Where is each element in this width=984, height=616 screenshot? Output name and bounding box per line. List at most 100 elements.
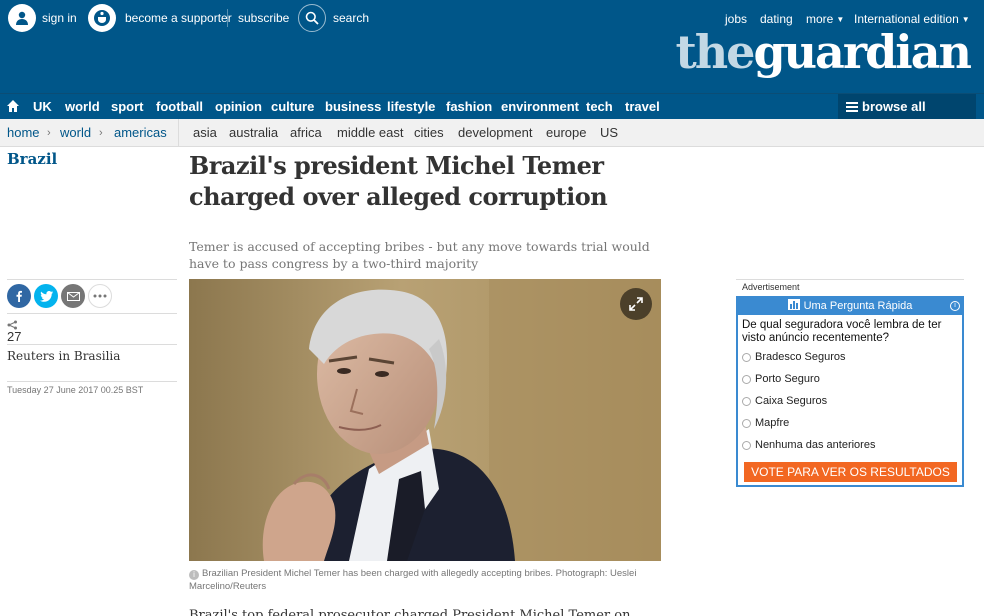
radio-button[interactable] <box>742 396 751 406</box>
menu-icon <box>846 95 858 121</box>
publication-date: Tuesday 27 June 2017 00.25 BST <box>7 385 144 395</box>
jobs-link[interactable]: jobs <box>725 12 747 26</box>
radio-button[interactable] <box>742 374 751 384</box>
browse-all-sections-button[interactable]: browse all sections <box>838 94 976 141</box>
ad-option-caixa[interactable]: Caixa Seguros <box>742 395 827 407</box>
byline[interactable]: Reuters in Brasilia <box>7 349 120 363</box>
edition-selector[interactable]: International edition ▼ <box>854 12 970 26</box>
photo-illustration <box>189 279 661 561</box>
ad-option-porto[interactable]: Porto Seguro <box>742 373 820 385</box>
facebook-icon <box>16 290 22 302</box>
divider <box>7 279 177 280</box>
divider <box>7 344 177 345</box>
share-twitter-button[interactable] <box>34 284 58 308</box>
subnav-cities[interactable]: cities <box>414 119 444 147</box>
share-count: 27 <box>7 329 22 344</box>
user-icon <box>8 4 36 32</box>
divider <box>7 313 177 314</box>
vote-button[interactable]: VOTE PARA VER OS RESULTADOS <box>744 462 957 482</box>
article-body: Brazil's top federal prosecutor charged … <box>189 608 659 616</box>
survey-ad: Uma Pergunta Rápida i De qual seguradora… <box>736 296 964 487</box>
ad-option-label: Mapfre <box>755 417 790 429</box>
become-supporter-label: become a supporter <box>125 11 232 25</box>
radio-button[interactable] <box>742 418 751 428</box>
chevron-down-icon: ▼ <box>961 15 970 25</box>
subnav-australia[interactable]: australia <box>229 119 278 147</box>
search-icon <box>298 4 326 32</box>
ad-question: De qual seguradora você lembra de ter vi… <box>742 319 942 344</box>
nav-item-uk[interactable]: UK <box>33 94 52 120</box>
ad-option-label: Nenhuma das anteriores <box>755 439 876 451</box>
dating-link[interactable]: dating <box>760 12 793 26</box>
nav-item-lifestyle[interactable]: lifestyle <box>387 94 435 120</box>
sign-in-link[interactable]: sign in <box>8 4 77 32</box>
ad-option-bradesco[interactable]: Bradesco Seguros <box>742 351 846 363</box>
ad-option-none[interactable]: Nenhuma das anteriores <box>742 439 875 451</box>
subnav-development[interactable]: development <box>458 119 532 147</box>
radio-button[interactable] <box>742 352 751 362</box>
breadcrumb-home[interactable]: home <box>7 119 40 147</box>
ad-header: Uma Pergunta Rápida i <box>738 298 962 315</box>
search-link[interactable]: search <box>298 4 369 32</box>
guardian-g-icon <box>88 4 116 32</box>
twitter-icon <box>39 290 53 302</box>
bar-chart-icon <box>787 299 800 310</box>
ad-option-mapfre[interactable]: Mapfre <box>742 417 789 429</box>
nav-item-opinion[interactable]: opinion <box>215 94 262 120</box>
subnav-europe[interactable]: europe <box>546 119 586 147</box>
home-icon[interactable] <box>6 99 20 118</box>
photo-caption: i Brazilian President Michel Temer has be… <box>189 567 649 593</box>
chevron-right-icon: › <box>99 127 103 139</box>
nav-item-tech[interactable]: tech <box>586 94 613 120</box>
ad-title: Uma Pergunta Rápida <box>803 300 913 312</box>
article-standfirst: Temer is accused of accepting bribes - b… <box>189 239 650 271</box>
ad-info-icon[interactable]: i <box>950 301 960 311</box>
advertisement-label: Advertisement <box>736 279 964 295</box>
article-photo[interactable] <box>189 279 661 561</box>
info-icon: i <box>189 570 199 580</box>
breadcrumb-americas[interactable]: americas <box>114 119 167 147</box>
nav-item-culture[interactable]: culture <box>271 94 314 120</box>
chevron-down-icon: ▼ <box>836 15 845 25</box>
caption-text: Brazilian President Michel Temer has bee… <box>189 568 637 592</box>
ad-option-label: Porto Seguro <box>755 373 820 385</box>
more-share-button[interactable] <box>88 284 112 308</box>
nav-item-environment[interactable]: environment <box>501 94 579 120</box>
breadcrumb-world[interactable]: world <box>60 119 91 147</box>
subscribe-label: subscribe <box>238 11 290 25</box>
ad-option-label: Caixa Seguros <box>755 395 828 407</box>
subnav-asia[interactable]: asia <box>193 119 217 147</box>
logo-the: the <box>675 25 755 79</box>
subnav-us[interactable]: US <box>600 119 618 147</box>
nav-item-world[interactable]: world <box>65 94 100 120</box>
article-headline: Brazil's president Michel Temer charged … <box>189 151 608 211</box>
nav-item-football[interactable]: football <box>156 94 203 120</box>
section-label[interactable]: Brazil <box>7 150 57 168</box>
subnav-middle-east[interactable]: middle east <box>337 119 403 147</box>
expand-image-button[interactable] <box>620 288 652 320</box>
divider <box>227 9 228 27</box>
guardian-logo[interactable]: theguardian <box>675 25 972 79</box>
radio-button[interactable] <box>742 440 751 450</box>
more-label: more <box>806 12 834 26</box>
sign-in-label: sign in <box>42 11 77 25</box>
nav-item-fashion[interactable]: fashion <box>446 94 492 120</box>
more-menu[interactable]: more ▼ <box>806 12 844 26</box>
search-label: search <box>333 11 370 25</box>
nav-item-travel[interactable]: travel <box>625 94 660 120</box>
sub-nav-bar: home › world › americas asia australia a… <box>0 119 984 147</box>
nav-item-business[interactable]: business <box>325 94 381 120</box>
become-supporter-link[interactable]: become a supporter <box>88 4 232 32</box>
expand-icon <box>629 297 643 311</box>
subnav-africa[interactable]: africa <box>290 119 322 147</box>
share-facebook-button[interactable] <box>7 284 31 308</box>
email-icon <box>66 291 80 301</box>
divider <box>7 381 177 382</box>
logo-guardian: guardian <box>753 25 972 79</box>
share-email-button[interactable] <box>61 284 85 308</box>
nav-item-sport[interactable]: sport <box>111 94 144 120</box>
top-header: sign in become a supporter subscribe sea… <box>0 0 984 93</box>
edition-label: International edition <box>854 12 959 26</box>
subscribe-link[interactable]: subscribe <box>238 4 289 32</box>
ellipsis-icon <box>93 294 107 298</box>
